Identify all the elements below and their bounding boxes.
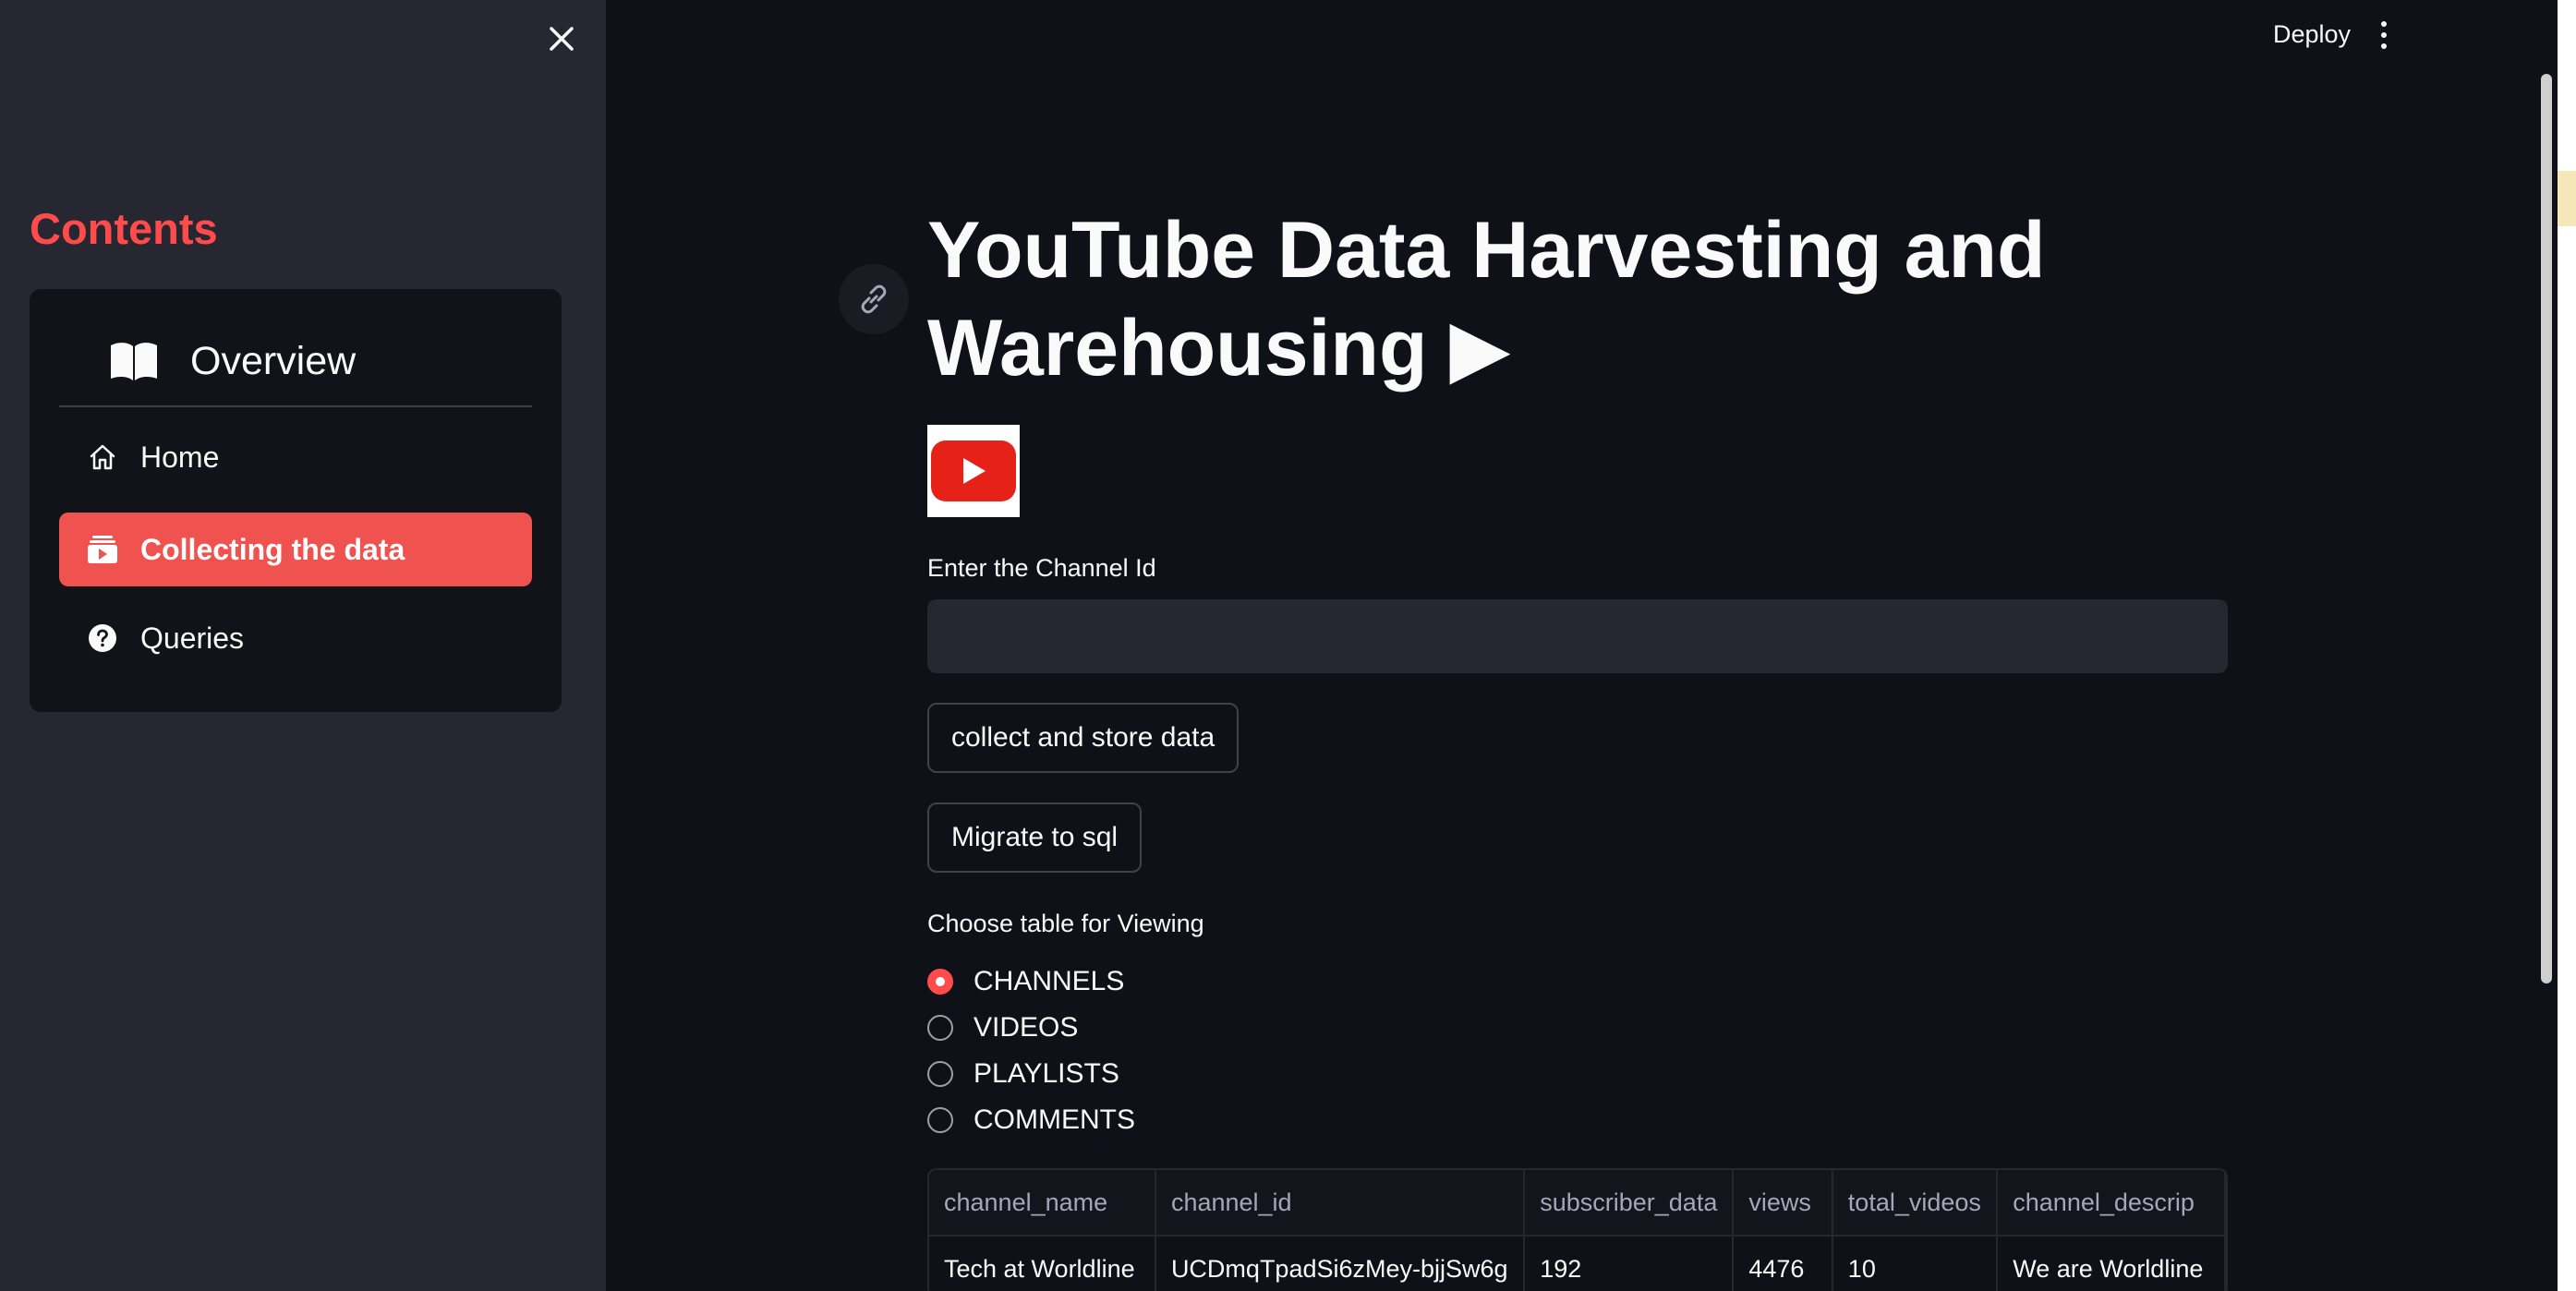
- radio-channels[interactable]: CHANNELS: [927, 959, 1135, 1005]
- menu-item-collecting-data[interactable]: Collecting the data: [59, 513, 532, 586]
- kebab-dot-icon: [2381, 43, 2387, 49]
- kebab-dot-icon: [2381, 21, 2387, 27]
- table-cell: Tech at Worldline: [929, 1236, 1156, 1291]
- radio-unchecked-icon: [927, 1015, 953, 1041]
- column-header[interactable]: channel_descrip: [1997, 1170, 2226, 1237]
- data-table[interactable]: channel_name channel_id subscriber_data …: [927, 1168, 2228, 1291]
- link-icon: [861, 284, 887, 314]
- menu-item-home[interactable]: Home: [59, 420, 532, 494]
- table-radio-group: CHANNELS VIDEOS PLAYLISTS COMMENTS: [927, 959, 1135, 1143]
- column-header[interactable]: total_videos: [1832, 1170, 1999, 1237]
- column-header[interactable]: subscriber_data: [1524, 1170, 1735, 1237]
- adjacent-window-edge: [2558, 0, 2576, 1291]
- menu-item-queries[interactable]: Queries: [59, 601, 532, 675]
- menu-item-label: Queries: [140, 621, 245, 655]
- table-header-row: channel_name channel_id subscriber_data …: [929, 1170, 2226, 1237]
- column-header[interactable]: channel_name: [929, 1170, 1156, 1237]
- vertical-scrollbar[interactable]: [2541, 74, 2552, 983]
- collect-store-button[interactable]: collect and store data: [927, 703, 1240, 773]
- table-cell: UCDmqTpadSi6zMey-bjjSw6g: [1155, 1236, 1526, 1291]
- option-menu: Overview Home Collecting the data Querie…: [30, 289, 562, 712]
- youtube-logo-icon: [931, 440, 1016, 501]
- sidebar-heading: Contents: [30, 204, 218, 253]
- radio-label: PLAYLISTS: [974, 1058, 1119, 1089]
- home-icon: [87, 441, 118, 473]
- youtube-icon: [87, 534, 118, 565]
- channels-table: channel_name channel_id subscriber_data …: [929, 1170, 2226, 1291]
- radio-unchecked-icon: [927, 1107, 953, 1133]
- menu-item-label: Collecting the data: [140, 532, 405, 566]
- header-anchor-link[interactable]: [839, 264, 909, 334]
- table-cell: 192: [1524, 1236, 1735, 1291]
- radio-videos[interactable]: VIDEOS: [927, 1005, 1135, 1051]
- kebab-dot-icon: [2381, 32, 2387, 38]
- adjacent-window-chip: [2558, 171, 2576, 226]
- menu-item-label: Home: [140, 440, 220, 474]
- page-title: YouTube Data Harvesting and Warehousing …: [927, 206, 2046, 392]
- sidebar: Contents Overview Home Collecting the da…: [0, 0, 606, 1291]
- radio-playlists[interactable]: PLAYLISTS: [927, 1051, 1135, 1097]
- column-header[interactable]: channel_id: [1155, 1170, 1526, 1237]
- radio-checked-icon: [927, 969, 953, 995]
- radio-label: COMMENTS: [974, 1104, 1135, 1135]
- deploy-button[interactable]: Deploy: [2266, 17, 2358, 53]
- table-choice-label: Choose table for Viewing: [927, 910, 1204, 937]
- menu-header-label: Overview: [190, 338, 357, 383]
- radio-label: VIDEOS: [974, 1012, 1079, 1043]
- book-icon: [111, 343, 157, 380]
- table-cell: 4476: [1733, 1236, 1833, 1291]
- table-cell: 10: [1832, 1236, 1999, 1291]
- main-menu-button[interactable]: [2373, 17, 2395, 54]
- radio-unchecked-icon: [927, 1061, 953, 1087]
- table-cell: We are Worldline: [1997, 1236, 2226, 1291]
- channel-id-input[interactable]: [927, 599, 2228, 673]
- app-window: Contents Overview Home Collecting the da…: [0, 0, 2576, 1291]
- channel-id-label: Enter the Channel Id: [927, 554, 1156, 582]
- menu-header: Overview: [59, 317, 532, 407]
- question-icon: [87, 622, 118, 654]
- radio-comments[interactable]: COMMENTS: [927, 1097, 1135, 1143]
- youtube-logo: [927, 425, 1020, 517]
- column-header[interactable]: views: [1733, 1170, 1833, 1237]
- main-content: Deploy YouTube Data Harvesting and Wareh…: [606, 0, 2576, 1291]
- close-sidebar-button[interactable]: [539, 17, 584, 61]
- radio-label: CHANNELS: [974, 966, 1125, 996]
- table-row[interactable]: Tech at Worldline UCDmqTpadSi6zMey-bjjSw…: [929, 1236, 2226, 1291]
- close-icon: [550, 27, 574, 51]
- migrate-sql-button[interactable]: Migrate to sql: [927, 802, 1143, 873]
